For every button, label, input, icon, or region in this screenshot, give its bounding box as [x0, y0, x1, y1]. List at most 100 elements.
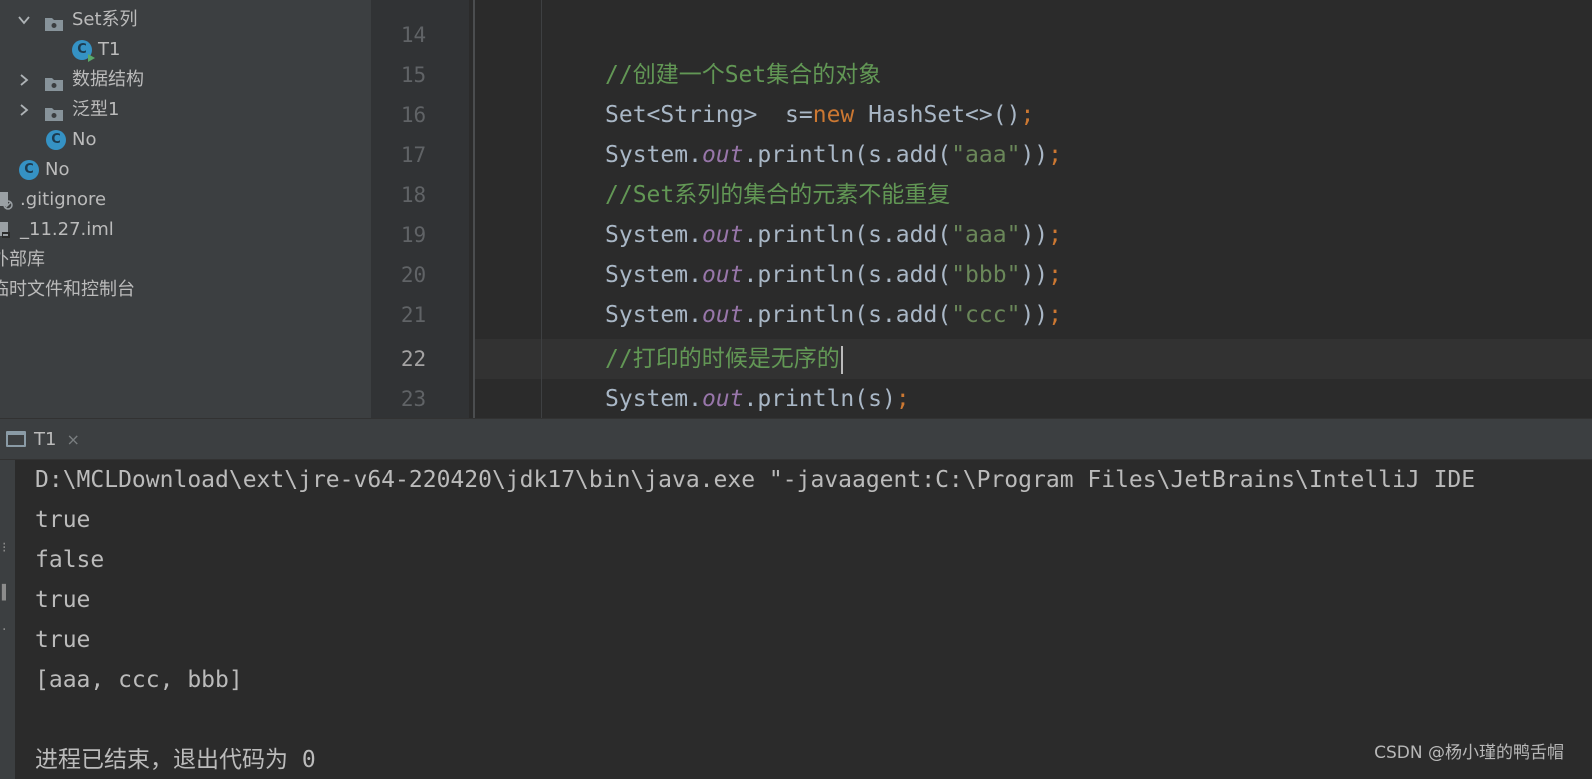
tree-item-label: 临时文件和控制台 [0, 279, 135, 300]
java-class-icon: C [19, 160, 39, 180]
tree-item-external-libraries[interactable]: 外部库 [0, 245, 45, 275]
iml-file-icon [0, 220, 14, 240]
code-token-plain: .println(s) [743, 386, 896, 412]
watermark: CSDN @杨小瑾的鸭舌帽 [1374, 743, 1564, 763]
code-token-punct: ; [1048, 302, 1063, 328]
toolbar-action-icon[interactable]: · [2, 622, 10, 638]
chevron-right-icon[interactable] [18, 74, 30, 86]
code-token-keyword: new [812, 102, 855, 128]
tree-item-label: _11.27.iml [20, 219, 114, 240]
gutter-divider [473, 0, 475, 418]
line-number: 16 [400, 103, 427, 127]
tree-item-no[interactable]: C No [19, 155, 69, 185]
code-line: Set<String> s=new HashSet<>(); [605, 95, 1034, 135]
line-number: 21 [400, 303, 427, 327]
code-token-plain: .println(s.add( [743, 262, 952, 288]
tree-item-iml[interactable]: _11.27.iml [0, 215, 114, 245]
tree-folder-generics[interactable]: 泛型1 [18, 95, 119, 125]
code-token-plain: System. [605, 142, 702, 168]
code-token-plain: .println(s.add( [743, 222, 952, 248]
console-line: [aaa, ccc, bbb] [35, 667, 243, 693]
code-token-plain: )) [1020, 142, 1049, 168]
code-token-string: "ccc" [951, 302, 1021, 328]
code-token-plain: System. [605, 302, 702, 328]
console-icon [6, 431, 26, 447]
console-line: true [35, 587, 91, 613]
toolbar-action-icon[interactable]: ⁝ [2, 540, 10, 556]
code-token-plain: System. [605, 262, 702, 288]
code-token-punct: ; [1048, 142, 1063, 168]
line-number: 23 [400, 387, 427, 411]
code-line: //创建一个Set集合的对象 [605, 55, 881, 95]
line-number: 17 [400, 143, 427, 167]
folder-icon [44, 102, 64, 121]
code-line: System.out.println(s.add("ccc")); [605, 295, 1062, 335]
code-token-plain: .println(s.add( [743, 302, 952, 328]
code-token-punct: ; [1020, 102, 1035, 128]
tree-item-label: No [72, 129, 97, 150]
tree-item-t1[interactable]: C T1 [72, 35, 120, 65]
tree-item-label: 外部库 [0, 249, 45, 270]
code-token-plain: System. [605, 222, 702, 248]
code-line: System.out.println(s.add("aaa")); [605, 215, 1062, 255]
code-token-plain: HashSet<>() [854, 102, 1021, 128]
folder-icon [44, 12, 64, 31]
java-class-icon: C [72, 40, 95, 62]
text-caret [840, 345, 843, 374]
tree-item-no-inner[interactable]: C No [46, 125, 96, 155]
chevron-right-icon[interactable] [18, 104, 30, 116]
tree-item-gitignore[interactable]: .gitignore [0, 185, 106, 215]
gitignore-file-icon [0, 190, 14, 210]
code-token-plain: System. [605, 386, 702, 412]
code-token-static: out [701, 222, 744, 248]
close-icon[interactable]: × [66, 430, 79, 449]
code-token-plain: Set<String> s= [605, 102, 813, 128]
tree-item-label: .gitignore [20, 189, 107, 210]
code-token-comment: //Set系列的集合的元素不能重复 [605, 182, 951, 208]
indent-guide [541, 0, 542, 418]
line-number: 18 [400, 183, 427, 207]
console-line-command: D:\MCLDownload\ext\jre-v64-220420\jdk17\… [35, 467, 1476, 493]
console-output[interactable]: D:\MCLDownload\ext\jre-v64-220420\jdk17\… [15, 460, 1592, 779]
tree-item-label: 泛型1 [72, 99, 120, 120]
tree-folder-set[interactable]: Set系列 [18, 5, 138, 35]
tree-folder-data-structure[interactable]: 数据结构 [18, 65, 144, 95]
tree-item-label: 数据结构 [72, 69, 144, 90]
console-line-exit: 进程已结束，退出代码为 0 [35, 747, 316, 773]
code-token-static: out [701, 262, 744, 288]
code-token-string: "bbb" [951, 262, 1021, 288]
code-token-punct: ; [895, 386, 910, 412]
run-tab-t1[interactable]: T1 × [0, 419, 96, 459]
run-tab-label: T1 [34, 428, 57, 450]
line-number: 14 [400, 23, 427, 47]
console-line: true [35, 507, 91, 533]
code-token-plain: )) [1020, 262, 1049, 288]
code-token-static: out [701, 142, 744, 168]
java-class-icon: C [46, 130, 66, 150]
code-token-plain: )) [1020, 222, 1049, 248]
code-token-plain: )) [1020, 302, 1049, 328]
code-line: System.out.println(s); [605, 379, 910, 419]
code-line: //打印的时候是无序的 [605, 339, 843, 379]
chevron-down-icon[interactable] [18, 14, 30, 26]
code-token-punct: ; [1048, 222, 1063, 248]
tree-item-label: Set系列 [72, 9, 138, 30]
run-tool-window-tabbar: T1 × [0, 419, 1592, 460]
code-token-string: "aaa" [951, 222, 1021, 248]
tree-item-label: No [45, 159, 70, 180]
code-line: //Set系列的集合的元素不能重复 [605, 175, 950, 215]
code-token-plain: .println(s.add( [743, 142, 952, 168]
line-number: 19 [400, 223, 427, 247]
code-token-comment: //打印的时候是无序的 [605, 346, 840, 372]
toolbar-action-icon[interactable]: ▍ [2, 585, 13, 601]
console-line: false [35, 547, 105, 573]
tree-item-label: T1 [98, 39, 121, 60]
code-line: System.out.println(s.add("aaa")); [605, 135, 1062, 175]
run-toolbar-strip: ⁝ ▍ · [0, 460, 15, 779]
code-token-static: out [701, 386, 744, 412]
code-line: System.out.println(s.add("bbb")); [605, 255, 1062, 295]
line-number-current: 22 [400, 347, 427, 371]
tree-item-scratches[interactable]: 临时文件和控制台 [0, 275, 135, 305]
code-token-punct: ; [1048, 262, 1063, 288]
folder-icon [44, 72, 64, 91]
